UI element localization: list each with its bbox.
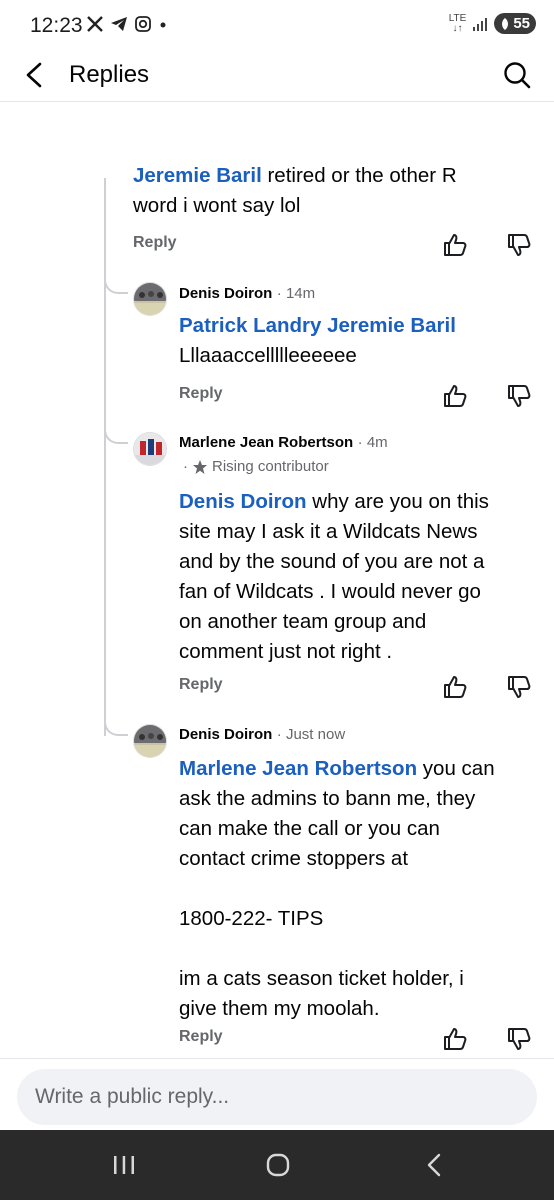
more-notifications-dot-icon bbox=[160, 22, 166, 28]
star-icon bbox=[193, 459, 207, 474]
avatar-image bbox=[134, 725, 166, 757]
recent-apps-icon[interactable] bbox=[112, 1154, 136, 1176]
reply-button[interactable]: Reply bbox=[179, 676, 223, 694]
avatar[interactable] bbox=[133, 724, 167, 758]
thumbs-down-icon[interactable] bbox=[505, 382, 533, 410]
thumbs-up-icon[interactable] bbox=[441, 1025, 469, 1053]
system-status-icons: LTE ↓↑ 55 bbox=[449, 13, 536, 34]
author-name[interactable]: Denis Doiron bbox=[179, 285, 272, 302]
system-navigation-bar bbox=[0, 1130, 554, 1200]
thumbs-down-icon[interactable] bbox=[505, 231, 533, 259]
battery-saver-icon bbox=[502, 17, 509, 30]
avatar[interactable] bbox=[133, 432, 167, 466]
thread-connector bbox=[104, 418, 128, 444]
mention-link[interactable]: Jeremie Baril bbox=[133, 164, 262, 187]
comment-header: Denis Doiron · 14m bbox=[179, 285, 315, 303]
thumbs-up-icon[interactable] bbox=[441, 382, 469, 410]
thread-connector bbox=[104, 710, 128, 736]
page-title: Replies bbox=[69, 61, 150, 88]
comment-header: Denis Doiron · Just now bbox=[179, 726, 345, 744]
thumbs-down-icon[interactable] bbox=[505, 1025, 533, 1053]
header: Replies bbox=[0, 50, 554, 102]
reply-input[interactable] bbox=[17, 1069, 537, 1125]
mention-link[interactable]: Denis Doiron bbox=[179, 490, 307, 513]
comment-time: · 14m bbox=[276, 285, 316, 302]
search-icon[interactable] bbox=[502, 60, 532, 90]
reply-button[interactable]: Reply bbox=[133, 234, 177, 252]
signal-icon bbox=[473, 17, 488, 31]
author-name[interactable]: Marlene Jean Robertson bbox=[179, 434, 353, 451]
status-time: 12:23 bbox=[30, 14, 83, 37]
comment-body: Denis Doiron why are you on this site ma… bbox=[179, 490, 489, 663]
reply-composer bbox=[0, 1058, 554, 1130]
comment-body: Jeremie Baril retired or the other R wor… bbox=[133, 164, 457, 217]
telegram-icon bbox=[111, 17, 127, 31]
comment-body: Patrick Landry Jeremie Baril Lllaaaccell… bbox=[179, 314, 456, 367]
comment-time: · Just now bbox=[276, 726, 346, 743]
notification-icons bbox=[86, 15, 168, 33]
comment: Jeremie Baril retired or the other R wor… bbox=[133, 163, 533, 263]
author-name[interactable]: Denis Doiron bbox=[179, 726, 272, 743]
avatar-image bbox=[134, 433, 166, 465]
x-app-icon bbox=[87, 16, 103, 32]
back-nav-icon[interactable] bbox=[424, 1152, 444, 1178]
thumbs-up-icon[interactable] bbox=[441, 673, 469, 701]
thumbs-down-icon[interactable] bbox=[505, 673, 533, 701]
comment-body: Marlene Jean Robertson you can ask the a… bbox=[179, 757, 495, 1020]
reply-button[interactable]: Reply bbox=[179, 1028, 223, 1046]
reply-button[interactable]: Reply bbox=[179, 385, 223, 403]
mention-link[interactable]: Patrick Landry Jeremie Baril bbox=[179, 314, 456, 337]
instagram-icon bbox=[135, 16, 151, 32]
avatar-image bbox=[134, 283, 166, 315]
battery-indicator: 55 bbox=[494, 13, 536, 34]
network-type: LTE ↓↑ bbox=[448, 12, 467, 34]
thread-line bbox=[104, 178, 106, 736]
back-arrow-icon[interactable] bbox=[20, 60, 50, 90]
avatar[interactable] bbox=[133, 282, 167, 316]
comment-header: Marlene Jean Robertson · 4m bbox=[179, 434, 388, 452]
thumbs-up-icon[interactable] bbox=[441, 231, 469, 259]
home-icon[interactable] bbox=[265, 1152, 291, 1178]
mention-link[interactable]: Marlene Jean Robertson bbox=[179, 757, 417, 780]
thread-connector bbox=[104, 270, 128, 294]
comment-time: · 4m bbox=[357, 434, 388, 451]
status-bar: 12:23 LTE ↓↑ 55 bbox=[0, 0, 554, 50]
contributor-badge: · Rising contributor bbox=[183, 458, 329, 475]
